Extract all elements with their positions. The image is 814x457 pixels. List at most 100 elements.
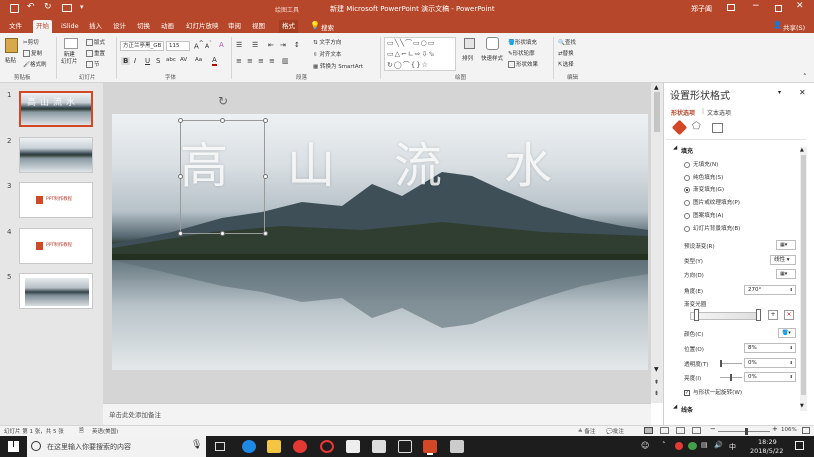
notes-button[interactable]: ≜ 备注 [578,427,595,435]
resize-handle[interactable] [220,231,225,236]
fill-expand-icon[interactable]: ◢ [673,145,677,151]
fill-option-pattern[interactable]: 图案填充(A) [684,211,724,219]
maximize-button[interactable] [775,5,782,12]
resize-handle[interactable] [220,118,225,123]
slide-thumbnail-5[interactable] [19,273,93,309]
save-icon[interactable] [10,4,19,13]
vertical-scrollbar[interactable]: ▲ ▼ ⇞ ⇟ [651,83,663,403]
char-spacing-button[interactable]: AV [180,57,187,63]
resize-handle[interactable] [178,118,183,123]
underline-button[interactable]: U [145,57,150,65]
fit-slide-icon[interactable] [802,427,810,434]
copy-button[interactable]: 复制 [23,49,42,57]
change-case-button[interactable]: Aa [195,57,202,63]
user-name[interactable]: 郑子阖 [691,4,712,14]
pane-scroll-thumb[interactable] [801,155,806,395]
brightness-field[interactable]: 0% ⬍ [744,372,796,382]
tab-shape-options[interactable]: 形状选项 [671,108,695,117]
shape-outline-button[interactable]: ✎形状轮廓 [508,49,535,57]
clock-time[interactable]: 18:29 [758,438,777,446]
decrease-indent-icon[interactable]: ⇤ [268,41,274,49]
share-button[interactable]: 共享(S) [783,22,805,32]
remove-stop-icon[interactable]: × [784,310,794,320]
radio[interactable] [684,199,690,206]
fill-option-background[interactable]: 幻灯片背景填充(B) [684,224,740,232]
columns-icon[interactable]: ▥ [282,57,289,65]
reading-view-icon[interactable] [676,427,685,434]
radio[interactable] [684,225,690,232]
network-icon[interactable]: ▤ [701,441,708,449]
resize-handle[interactable] [263,231,268,236]
color-picker-button[interactable]: 🪣▾ [778,328,796,338]
start-from-beginning-icon[interactable] [62,4,72,12]
justify-icon[interactable]: ≡ [269,57,275,65]
fill-option-picture[interactable]: 图片或纹理填充(P) [684,198,740,206]
align-text-button[interactable]: ⇳ 对齐文本 [313,50,341,58]
format-painter-button[interactable]: 🖌格式刷 [23,60,47,68]
pane-close-button[interactable]: ✕ [799,88,806,97]
cut-button[interactable]: ✂剪切 [23,38,39,46]
numbering-icon[interactable]: ☰ [252,41,258,49]
resize-handle[interactable] [263,174,268,179]
slide-thumbnail-4[interactable]: PPT制作教程 [19,228,93,264]
text-direction-button[interactable]: ⇅ 文字方向 [313,38,341,46]
align-right-icon[interactable]: ≡ [258,57,264,65]
font-color-button[interactable]: A [212,56,217,66]
brightness-slider[interactable] [720,374,742,381]
fill-option-gradient[interactable]: 渐变填充(G) [684,185,724,193]
zoom-slider[interactable] [718,428,770,435]
screenshot-app-icon[interactable] [372,440,386,453]
clock-date[interactable]: 2018/5/22 [750,447,783,455]
shape-fill-button[interactable]: 🪣形状填充 [508,38,537,46]
windows-start-icon[interactable] [8,441,19,452]
powerpoint-taskbar-icon[interactable] [423,440,437,453]
slideshow-icon[interactable] [692,427,701,434]
people-icon[interactable]: ☺ [641,441,649,450]
find-button[interactable]: 🔍查找 [558,38,576,46]
spinner-icon[interactable]: ⬍ [790,359,793,367]
redo-icon[interactable]: ↻ [44,2,52,12]
add-stop-icon[interactable]: + [768,310,778,320]
fill-option-solid[interactable]: 纯色填充(S) [684,173,723,181]
customize-qat-icon[interactable]: ▾ [80,3,84,11]
minimize-button[interactable]: − [752,1,760,11]
ime-indicator[interactable]: 中 [729,442,736,452]
gradient-stop-handle[interactable] [756,309,761,321]
gradient-stops-bar[interactable] [690,312,760,320]
slider-thumb[interactable] [730,374,732,381]
new-slide-button[interactable]: 新建 幻灯片 [61,52,78,66]
taskbar-search-box[interactable]: 在这里输入你要搜索的内容 🎙 [27,436,206,457]
music-app-icon[interactable] [293,440,307,453]
microphone-icon[interactable]: 🎙 [191,440,202,450]
fill-section-header[interactable]: 填充 [681,146,693,155]
tab-file[interactable]: 文件 [6,20,25,33]
zoom-thumb[interactable] [745,428,748,435]
tab-slideshow[interactable]: 幻灯片放映 [183,20,222,33]
radio[interactable] [684,161,690,168]
quick-styles-icon[interactable] [486,37,499,50]
slider-thumb[interactable] [720,360,722,367]
transparency-slider[interactable] [720,360,742,367]
increase-indent-icon[interactable]: ⇥ [280,41,286,49]
tab-design[interactable]: 设计 [110,20,129,33]
paste-button[interactable]: 粘贴 [5,56,16,64]
resize-handle[interactable] [178,174,183,179]
tab-transitions[interactable]: 切换 [134,20,153,33]
replace-button[interactable]: ⇄替换 [558,49,574,57]
bullets-icon[interactable]: ☰ [236,41,242,49]
slide-thumbnail-3[interactable]: PPT制作教程 [19,182,93,218]
reset-button[interactable]: 重置 [86,49,105,57]
line-expand-icon[interactable]: ◢ [673,404,677,410]
arrange-label[interactable]: 排列 [462,54,473,62]
gradient-stop-handle[interactable] [694,309,699,321]
select-button[interactable]: ⇱选择 [558,60,574,68]
pane-scroll-up-icon[interactable]: ▲ [800,147,804,153]
volume-icon[interactable]: 🔊 [714,441,723,449]
next-slide-icon[interactable]: ⇟ [654,390,659,397]
zoom-level[interactable]: 106% [781,427,797,433]
language-indicator[interactable]: 英语(美国) [92,427,118,435]
tray-expand-icon[interactable]: ˄ [662,441,666,449]
slide-thumbnail-1[interactable]: 高山流水 [19,91,93,127]
radio[interactable] [684,174,690,181]
edge-icon[interactable] [242,440,256,453]
